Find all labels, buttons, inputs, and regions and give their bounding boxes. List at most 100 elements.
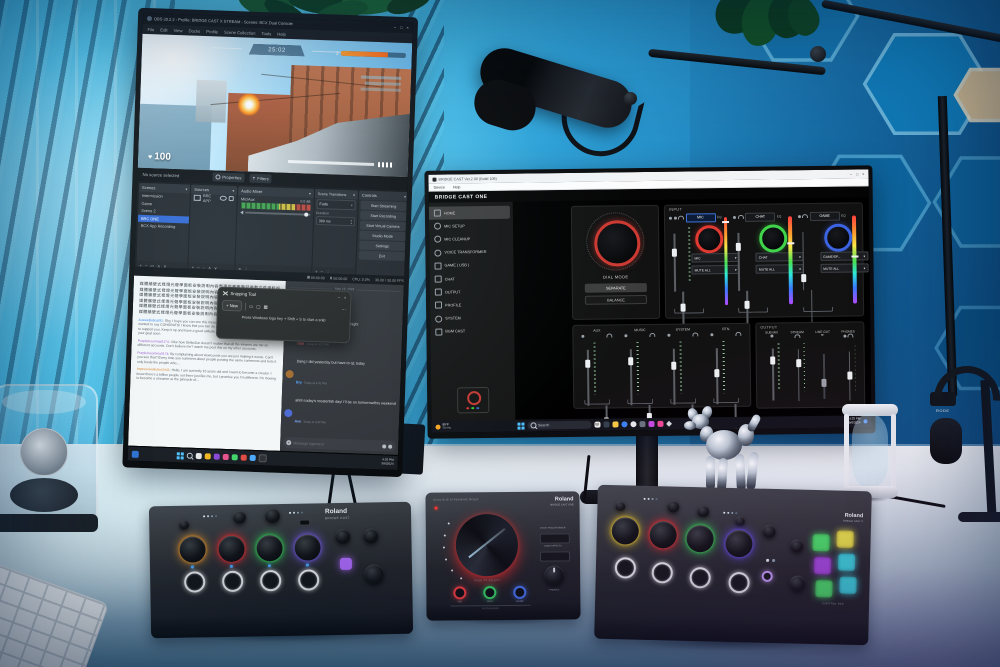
fader[interactable]	[670, 349, 679, 405]
mute-button[interactable]	[615, 557, 637, 579]
meter-thumb[interactable]	[722, 221, 729, 223]
settings-icon[interactable]	[630, 421, 636, 427]
fullscreen-mode-icon[interactable]: ▦	[263, 304, 267, 310]
control-pad-button[interactable]	[815, 580, 832, 597]
close-icon[interactable]: ×	[406, 25, 409, 30]
mix-knob[interactable]	[763, 525, 776, 538]
line-out-knob[interactable]	[363, 528, 378, 543]
control-pad-button[interactable]	[838, 554, 855, 571]
eq-label[interactable]: EQ	[841, 214, 846, 218]
mute-button[interactable]	[689, 567, 711, 589]
avatar[interactable]	[284, 409, 292, 417]
filters-button[interactable]: Filters	[249, 174, 272, 184]
game-channel-knob[interactable]	[294, 534, 320, 560]
select-switch[interactable]	[299, 519, 310, 525]
gain-knob[interactable]	[615, 501, 625, 511]
scene-item[interactable]: BCX App Recording	[138, 222, 190, 231]
fader[interactable]	[734, 233, 743, 291]
control-pad-button[interactable]	[839, 577, 856, 594]
sidebar-item-output[interactable]: OUTPUT	[430, 285, 511, 299]
chat-source-select[interactable]: CHAT▾	[756, 252, 804, 262]
fader[interactable]	[820, 354, 829, 399]
main-select-dial[interactable]	[456, 514, 519, 577]
bgm-button[interactable]	[762, 571, 773, 582]
taskbar-app-icon[interactable]: W	[594, 422, 600, 428]
sidebar-item-game-usb[interactable]: GAME ( USB )	[429, 258, 510, 272]
sidebar-item-mic-setup[interactable]: MIC SETUP	[429, 219, 510, 233]
taskbar-app-icon[interactable]	[196, 453, 202, 459]
start-streaming-button[interactable]: Start Streaming	[360, 201, 406, 212]
eq-label[interactable]: EQ	[717, 215, 722, 219]
sidebar-item-bgm-cast[interactable]: BGM CAST	[430, 324, 511, 338]
duration-stepper[interactable]: 300 ms ▴▾	[316, 216, 355, 226]
game-mix-knob[interactable]	[790, 539, 803, 552]
small-knob[interactable]	[697, 505, 709, 517]
taskbar-app-icon[interactable]	[241, 455, 247, 461]
game-mute-button[interactable]	[513, 586, 526, 599]
mute-button[interactable]	[728, 572, 750, 594]
mute-button[interactable]	[260, 570, 281, 591]
mic-source-select[interactable]: MIC▾	[691, 253, 739, 263]
fader[interactable]	[713, 348, 722, 404]
fader[interactable]	[627, 349, 636, 405]
start-recording-button[interactable]: Start Recording	[360, 211, 406, 222]
close-icon[interactable]: ×	[862, 172, 864, 176]
maximize-icon[interactable]: □	[856, 172, 858, 176]
sidebar-item-system[interactable]: SYSTEM	[430, 311, 511, 325]
control-pad-button[interactable]	[836, 531, 853, 548]
stream-knob[interactable]	[335, 529, 350, 544]
taskbar-app-icon[interactable]	[648, 421, 654, 427]
phones-knob[interactable]	[364, 564, 384, 584]
effects-knob[interactable]	[233, 511, 246, 524]
maximize-icon[interactable]: □	[400, 25, 403, 30]
eye-icon[interactable]	[219, 196, 226, 201]
transition-select[interactable]: Fade▾	[316, 199, 356, 210]
game-effects-button[interactable]	[540, 551, 570, 561]
mute-button[interactable]	[652, 562, 674, 584]
window-mode-icon[interactable]: ▢	[256, 303, 260, 309]
attach-icon[interactable]: +	[286, 440, 291, 445]
chat-username[interactable]: Bry	[296, 380, 302, 384]
menu-view[interactable]: View	[173, 27, 182, 32]
menu-scene-collection[interactable]: Scene Collection	[224, 29, 256, 35]
search-icon[interactable]	[187, 453, 193, 459]
taskbar-app-icon[interactable]	[223, 454, 229, 460]
menu-help[interactable]: Help	[453, 185, 461, 189]
folder-icon[interactable]	[612, 421, 618, 427]
dock-pin-icon[interactable]: ▾	[353, 193, 355, 197]
sidebar-item-voice-transformer[interactable]: VOICE TRANSFORMER	[429, 245, 510, 259]
mute-button[interactable]	[298, 569, 319, 590]
pinned-doc-icon[interactable]	[132, 450, 139, 457]
mic-channel-knob[interactable]	[179, 536, 205, 562]
chat-mute-select[interactable]: MUTE ALL▾	[756, 264, 804, 274]
dock-pin-icon[interactable]: ▾	[309, 191, 311, 195]
exit-button[interactable]: Exit	[359, 251, 405, 262]
minimize-icon[interactable]: –	[338, 295, 340, 300]
sidebar-item-mic-cleanup[interactable]: MIC CLEANUP	[429, 232, 510, 246]
chat-channel-knob[interactable]	[649, 521, 677, 549]
aux-channel-knob[interactable]	[218, 536, 244, 562]
minimize-icon[interactable]: –	[850, 172, 852, 176]
menu-device[interactable]: Device	[434, 185, 445, 189]
chat-username[interactable]: Dan	[297, 341, 304, 345]
windows-start-icon[interactable]	[517, 422, 524, 429]
separate-button[interactable]: SEPARATE	[585, 283, 647, 293]
mute-button[interactable]	[222, 571, 243, 592]
taskbar-app-icon[interactable]	[205, 453, 211, 459]
start-virtual-camera-button[interactable]: Start Virtual Camera	[360, 221, 406, 232]
stream-mix-knob[interactable]	[265, 508, 280, 523]
balance-button[interactable]: BALANCE	[585, 295, 647, 305]
windows-start-icon[interactable]	[177, 452, 184, 459]
avatar[interactable]	[286, 370, 294, 378]
new-snip-button[interactable]: + New	[222, 300, 242, 312]
settings-button[interactable]: Settings	[359, 241, 405, 252]
source-item[interactable]: BRC APP	[191, 194, 237, 203]
mute-button[interactable]	[184, 571, 205, 592]
mic-mute-button[interactable]	[453, 586, 466, 599]
sidebar-item-chat[interactable]: CHAT	[430, 272, 511, 286]
select-knob[interactable]	[735, 516, 745, 526]
taskbar-app-icon[interactable]	[232, 454, 238, 460]
studio-mode-button[interactable]: Studio Mode	[359, 231, 405, 242]
small-knob[interactable]	[667, 500, 679, 512]
sidebar-item-home[interactable]: HOME	[429, 206, 510, 220]
